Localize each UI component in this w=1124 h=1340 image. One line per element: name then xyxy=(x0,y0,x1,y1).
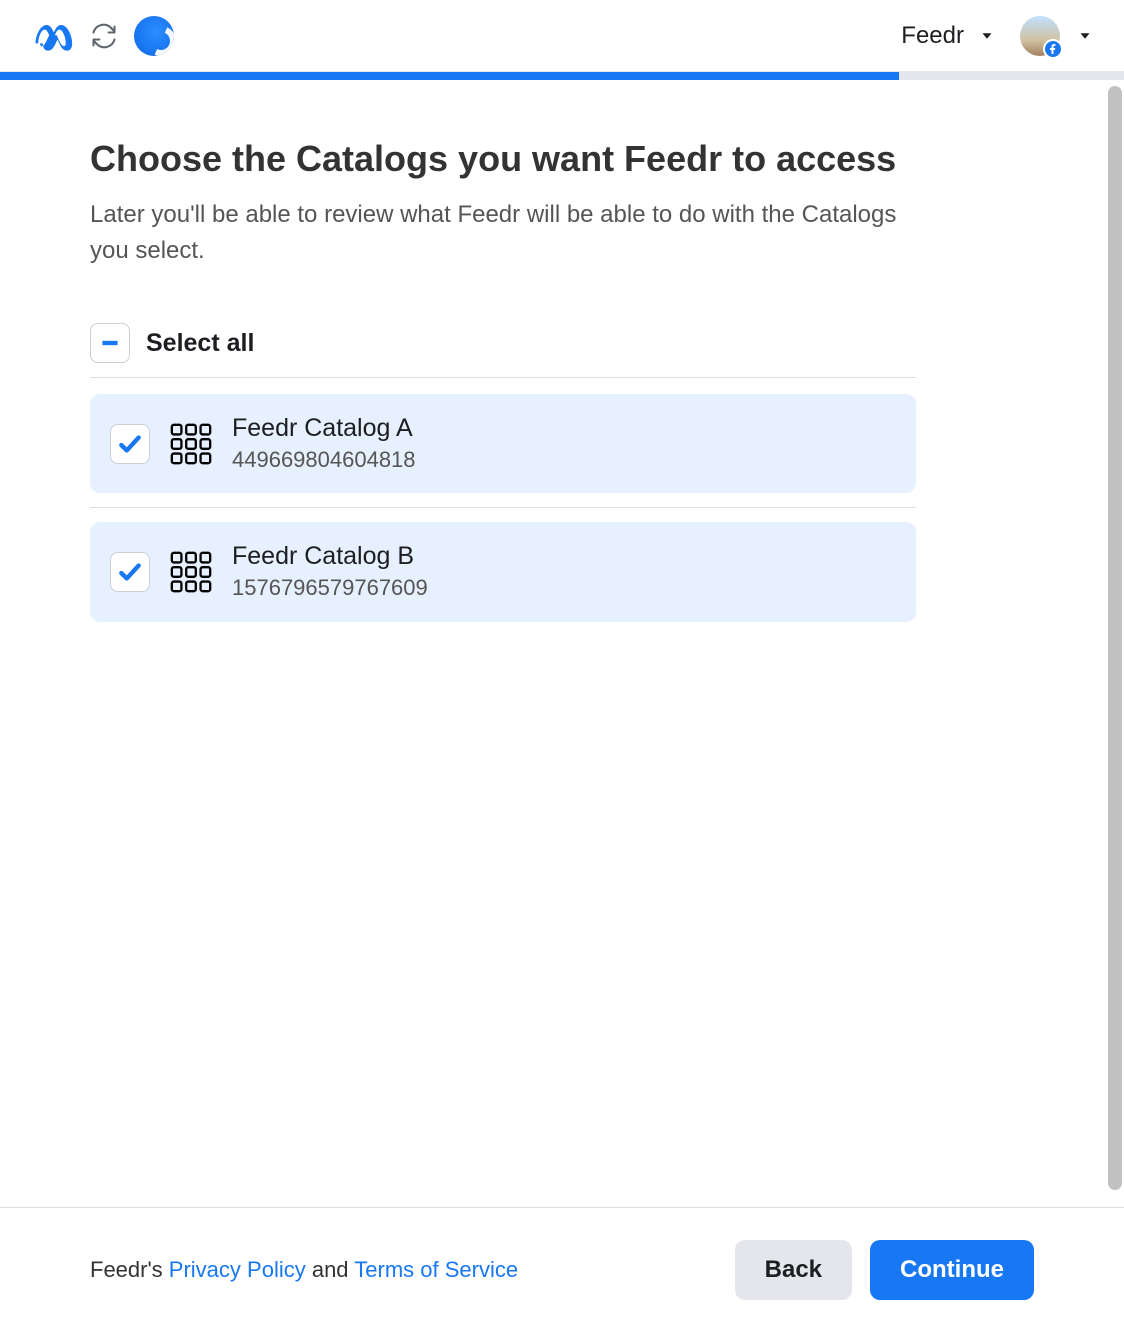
user-menu[interactable] xyxy=(1020,16,1094,56)
continue-button[interactable]: Continue xyxy=(870,1240,1034,1300)
select-all-row[interactable]: Select all xyxy=(90,317,916,378)
footer-and: and xyxy=(306,1257,355,1282)
scrollbar[interactable] xyxy=(1108,86,1122,1190)
sync-icon xyxy=(90,22,118,50)
page-subtitle: Later you'll be able to review what Feed… xyxy=(90,197,916,269)
footer-bar: Feedr's Privacy Policy and Terms of Serv… xyxy=(0,1207,1124,1340)
header-right: Feedr xyxy=(901,16,1094,56)
footer-brand: Feedr's xyxy=(90,1257,169,1282)
select-all-checkbox[interactable] xyxy=(90,323,130,363)
catalog-id: 1576796579767609 xyxy=(232,573,428,604)
back-button[interactable]: Back xyxy=(735,1240,852,1300)
meta-logo-icon xyxy=(30,14,74,58)
catalog-grid-icon xyxy=(168,549,214,595)
catalog-list: Feedr Catalog A 449669804604818 Feedr Ca… xyxy=(90,394,916,622)
app-logo-icon xyxy=(134,16,174,56)
select-all-label: Select all xyxy=(146,329,254,358)
progress-fill xyxy=(0,72,899,80)
catalog-checkbox[interactable] xyxy=(110,552,150,592)
catalog-name: Feedr Catalog B xyxy=(232,540,428,573)
scrollbar-thumb[interactable] xyxy=(1108,86,1122,1190)
app-selector[interactable]: Feedr xyxy=(901,22,996,50)
facebook-badge-icon xyxy=(1043,39,1063,59)
footer-legal: Feedr's Privacy Policy and Terms of Serv… xyxy=(90,1257,518,1283)
catalog-grid-icon xyxy=(168,421,214,467)
divider xyxy=(90,507,916,508)
app-selector-label: Feedr xyxy=(901,22,964,50)
progress-bar xyxy=(0,72,1124,80)
avatar xyxy=(1020,16,1060,56)
catalog-checkbox[interactable] xyxy=(110,424,150,464)
chevron-down-icon xyxy=(1076,27,1094,45)
main-content: Choose the Catalogs you want Feedr to ac… xyxy=(0,80,1006,622)
footer-actions: Back Continue xyxy=(735,1240,1034,1300)
terms-of-service-link[interactable]: Terms of Service xyxy=(354,1257,518,1282)
catalog-item[interactable]: Feedr Catalog A 449669804604818 xyxy=(90,394,916,493)
catalog-text: Feedr Catalog A 449669804604818 xyxy=(232,412,416,475)
catalog-text: Feedr Catalog B 1576796579767609 xyxy=(232,540,428,603)
catalog-name: Feedr Catalog A xyxy=(232,412,416,445)
chevron-down-icon xyxy=(978,27,996,45)
page-title: Choose the Catalogs you want Feedr to ac… xyxy=(90,136,916,181)
catalog-item[interactable]: Feedr Catalog B 1576796579767609 xyxy=(90,522,916,621)
header-bar: Feedr xyxy=(0,0,1124,72)
catalog-id: 449669804604818 xyxy=(232,445,416,476)
privacy-policy-link[interactable]: Privacy Policy xyxy=(169,1257,306,1282)
header-left xyxy=(30,14,174,58)
